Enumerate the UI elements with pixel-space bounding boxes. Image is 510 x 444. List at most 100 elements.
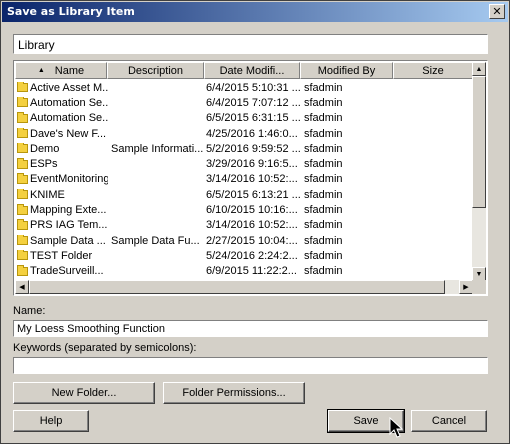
list-item[interactable]: Automation Se... 6/4/2015 7:07:12 ... sfad…	[16, 95, 472, 110]
list-item[interactable]: TradeSurveill... 6/9/2015 11:22:2... sfadm…	[16, 264, 472, 279]
list-item-name-label: Automation Se...	[30, 96, 108, 109]
folder-icon	[17, 265, 28, 276]
vertical-scrollbar[interactable]: ▲ ▼	[472, 62, 486, 281]
scroll-down-button[interactable]: ▼	[472, 267, 486, 281]
list-item[interactable]: EventMonitoring 3/14/2016 10:52:... sfadmi…	[16, 172, 472, 187]
list-item-modified-by: sfadmin	[304, 158, 343, 171]
list-item-date-modified: 6/5/2015 6:31:15 ...	[206, 112, 300, 125]
list-item-name-label: Active Asset M...	[30, 81, 108, 94]
list-item-name: Sample Data ...	[16, 234, 108, 247]
column-header-date-modified[interactable]: Date Modifi...	[204, 62, 300, 79]
name-label: Name:	[13, 305, 46, 317]
list-item-date-modified: 3/14/2016 10:52:...	[206, 219, 298, 232]
list-item-modified-by: sfadmin	[304, 219, 343, 232]
list-item-modified-by: sfadmin	[304, 142, 343, 155]
list-item-name-label: TEST Folder	[30, 249, 93, 262]
list-item-date-modified: 6/4/2015 5:10:31 ...	[206, 81, 300, 94]
list-item-date-modified: 5/24/2016 2:24:2...	[206, 249, 298, 262]
list-item-description: Sample Data Fu...	[111, 234, 200, 247]
folder-icon	[17, 249, 28, 261]
list-item[interactable]: ESPs 3/29/2016 9:16:5... sfadmin	[16, 156, 472, 171]
folder-icon	[17, 112, 28, 123]
sort-ascending-icon: ▲	[37, 67, 45, 74]
scroll-up-icon: ▲	[475, 65, 483, 73]
list-item-modified-by: sfadmin	[304, 265, 343, 278]
list-item-date-modified: 4/25/2016 1:46:0...	[206, 127, 298, 140]
list-item-date-modified: 5/2/2016 9:59:52 ...	[206, 142, 300, 155]
list-item-name-label: EventMonitoring	[30, 173, 108, 186]
list-item-name: Automation Se...	[16, 112, 108, 124]
column-header-size[interactable]: Size	[393, 62, 473, 79]
folder-icon	[17, 142, 28, 154]
column-header-modified-by[interactable]: Modified By	[300, 62, 393, 79]
list-item-name-label: Mapping Exte...	[30, 204, 107, 217]
list-item-date-modified: 6/10/2015 10:16:...	[206, 204, 298, 217]
list-item-name-label: PRS IAG Tem...	[30, 219, 108, 232]
horizontal-scroll-thumb[interactable]	[29, 280, 445, 294]
list-item-modified-by: sfadmin	[304, 249, 343, 262]
list-item-name: TEST Folder	[16, 249, 108, 262]
title-bar[interactable]: Save as Library Item ✕	[2, 2, 508, 22]
folder-icon	[17, 96, 28, 108]
keywords-input[interactable]	[13, 357, 488, 374]
list-item-name: ESPs	[16, 158, 108, 170]
folder-icon	[17, 173, 28, 184]
save-as-library-item-dialog: Save as Library Item ✕ Library ▲ Name De…	[0, 0, 510, 444]
list-item-modified-by: sfadmin	[304, 173, 343, 186]
list-item-name: Active Asset M...	[16, 81, 108, 94]
list-item-modified-by: sfadmin	[304, 96, 343, 109]
list-rows: Active Asset M... 6/4/2015 5:10:31 ... sfa…	[16, 80, 472, 279]
list-item-name: KNIME	[16, 188, 108, 201]
list-item[interactable]: Active Asset M... 6/4/2015 5:10:31 ... sfa…	[16, 80, 472, 95]
list-item-name-label: ESPs	[30, 158, 58, 171]
column-header-label: Name	[54, 64, 85, 77]
mouse-pointer-icon	[389, 417, 404, 438]
list-item-name-label: KNIME	[30, 188, 65, 201]
library-path-field[interactable]: Library	[13, 34, 488, 54]
list-item[interactable]: TEST Folder 5/24/2016 2:24:2... sfadmin	[16, 248, 472, 263]
name-input[interactable]: My Loess Smoothing Function	[13, 320, 488, 337]
list-item-modified-by: sfadmin	[304, 234, 343, 247]
cancel-button[interactable]: Cancel	[411, 410, 487, 432]
close-button[interactable]: ✕	[489, 4, 505, 19]
new-folder-button[interactable]: New Folder...	[13, 382, 155, 404]
help-button[interactable]: Help	[13, 410, 89, 432]
list-item-name: EventMonitoring	[16, 173, 108, 185]
list-item[interactable]: Automation Se... 6/5/2015 6:31:15 ... sfad…	[16, 111, 472, 126]
column-header-name[interactable]: ▲ Name	[15, 62, 107, 79]
column-header-description[interactable]: Description	[107, 62, 204, 79]
list-item[interactable]: KNIME 6/5/2015 6:13:21 ... sfadmin	[16, 187, 472, 202]
scroll-left-icon: ◀	[19, 283, 25, 291]
folder-icon	[17, 234, 28, 246]
list-item-date-modified: 6/4/2015 7:07:12 ...	[206, 96, 300, 109]
list-item[interactable]: Dave's New F... 4/25/2016 1:46:0... sfadmi…	[16, 126, 472, 141]
scroll-left-button[interactable]: ◀	[15, 280, 29, 294]
list-item-name-label: Sample Data ...	[30, 234, 106, 247]
list-item-name: Demo	[16, 142, 108, 155]
list-item-date-modified: 2/27/2015 10:04:...	[206, 234, 298, 247]
list-item-name: Automation Se...	[16, 96, 108, 109]
dialog-title: Save as Library Item	[7, 5, 135, 18]
list-item[interactable]: Mapping Exte... 6/10/2015 10:16:... sfadmi…	[16, 202, 472, 217]
list-item-name-label: Dave's New F...	[30, 127, 107, 140]
list-item[interactable]: PRS IAG Tem... 3/14/2016 10:52:... sfadmin	[16, 218, 472, 233]
list-item-modified-by: sfadmin	[304, 127, 343, 140]
list-item-date-modified: 3/14/2016 10:52:...	[206, 173, 298, 186]
scroll-up-button[interactable]: ▲	[472, 62, 486, 76]
list-item[interactable]: Demo Sample Informati... 5/2/2016 9:59:52 …	[16, 141, 472, 156]
scroll-right-button[interactable]: ▶	[459, 280, 473, 294]
list-item-name-label: TradeSurveill...	[30, 265, 104, 278]
list-item-name-label: Automation Se...	[30, 112, 108, 125]
scrollbar-corner	[472, 280, 486, 294]
vertical-scroll-thumb[interactable]	[472, 76, 486, 208]
column-header-label: Size	[422, 64, 444, 77]
folder-icon	[17, 219, 28, 230]
list-item-name: TradeSurveill...	[16, 265, 108, 277]
list-item[interactable]: Sample Data ... Sample Data Fu... 2/27/201…	[16, 233, 472, 248]
folder-permissions-button[interactable]: Folder Permissions...	[163, 382, 305, 404]
library-items-list[interactable]: ▲ Name Description Date Modifi... Modifi…	[13, 60, 488, 296]
list-item-name-label: Demo	[30, 142, 60, 155]
list-header: ▲ Name Description Date Modifi... Modifi…	[15, 62, 473, 79]
column-header-label: Date Modifi...	[219, 64, 285, 77]
horizontal-scrollbar[interactable]: ◀ ▶	[15, 280, 473, 294]
